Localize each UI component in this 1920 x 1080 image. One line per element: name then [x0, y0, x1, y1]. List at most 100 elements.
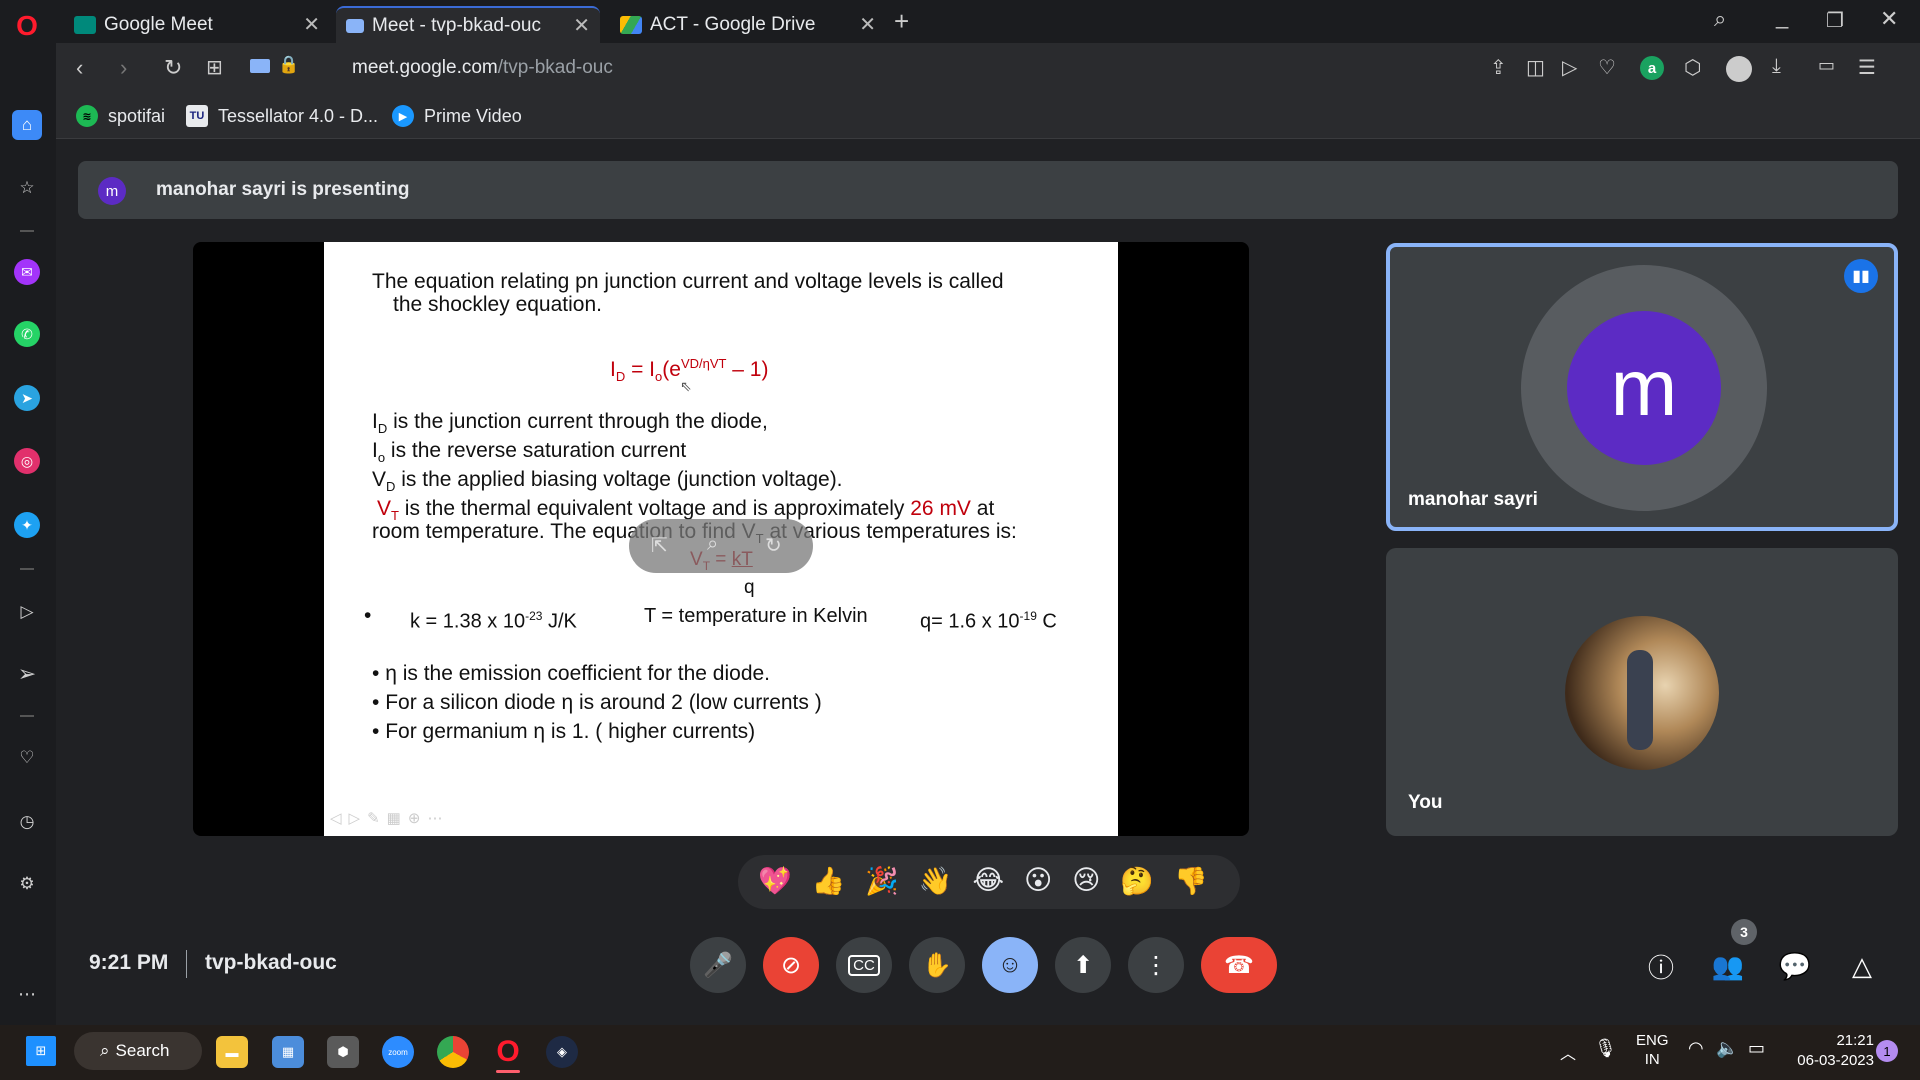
extensions-cube-icon[interactable]: ⬡ — [1684, 55, 1701, 80]
captions-button[interactable]: CC — [836, 937, 892, 993]
q-constant: q= 1.6 x 10-19 C — [920, 609, 1057, 633]
reaction-emoji-button[interactable]: 👋 — [919, 865, 953, 897]
zoom-slide-icon[interactable]: ⊕ — [408, 809, 421, 827]
search-tabs-icon[interactable]: ⌕ — [1714, 6, 1726, 32]
snapshot-icon[interactable]: ◫ — [1526, 55, 1545, 80]
bookmark-tessellator[interactable]: TU Tessellator 4.0 - D... — [186, 105, 378, 127]
telegram-icon[interactable]: ➤ — [14, 385, 40, 411]
notification-badge[interactable]: 1 — [1876, 1040, 1898, 1062]
presentation-toolbar-overlay[interactable]: ⇱ ⌕ ↻ — [629, 519, 813, 573]
bookmark-spotifai[interactable]: ≋ spotifai — [76, 105, 165, 127]
send-icon[interactable]: ▷ — [1562, 55, 1577, 80]
extension-a-icon[interactable]: a — [1640, 56, 1664, 80]
slide-nav-controls[interactable]: ◁ ▷ ✎ ▦ ⊕ ⋯ — [330, 809, 442, 827]
whatsapp-icon[interactable]: ✆ — [14, 321, 40, 347]
reaction-emoji-button[interactable]: 😮 — [1024, 865, 1052, 897]
leave-call-button[interactable]: ☎ — [1201, 937, 1277, 993]
twitter-icon[interactable]: ✦ — [14, 512, 40, 538]
settings-icon[interactable]: ⚙ — [11, 868, 43, 900]
def-id: ID is the junction current through the d… — [372, 410, 768, 437]
system-clock[interactable]: 21:21 06-03-2023 — [1784, 1031, 1874, 1071]
bookmark-prime-video[interactable]: ▶ Prime Video — [392, 105, 522, 127]
messenger-icon[interactable]: ✉ — [14, 259, 40, 285]
participant-tile-presenter[interactable]: m ▮▮ manohar sayri — [1386, 243, 1898, 531]
volume-icon[interactable]: 🔈 — [1716, 1038, 1738, 1059]
reaction-emoji-button[interactable]: 👎 — [1174, 865, 1208, 897]
zoom-icon[interactable]: ⌕ — [707, 533, 718, 556]
reaction-emoji-button[interactable]: 😢 — [1072, 865, 1100, 897]
camera-indicator-icon[interactable] — [250, 59, 270, 73]
mic-tray-icon[interactable]: 🎙 — [1594, 1038, 1617, 1059]
close-tab-icon[interactable]: ✕ — [859, 12, 876, 37]
download-icon[interactable]: ⤓ — [1772, 55, 1781, 78]
chrome-icon[interactable] — [437, 1036, 469, 1068]
store-icon[interactable]: ▦ — [272, 1036, 304, 1068]
reaction-emoji-button[interactable]: 🎉 — [865, 865, 899, 897]
reaction-emoji-button[interactable]: 🤔 — [1120, 865, 1154, 897]
app-logo-icon[interactable]: ◈ — [546, 1036, 578, 1068]
participant-tile-self[interactable]: You — [1386, 548, 1898, 836]
heart-icon[interactable]: ♡ — [11, 742, 43, 774]
close-window-button[interactable]: ✕ — [1880, 6, 1898, 32]
present-button[interactable]: ⬆ — [1055, 937, 1111, 993]
raise-hand-button[interactable]: ✋ — [909, 937, 965, 993]
star-icon[interactable]: ☆ — [11, 172, 43, 204]
easy-setup-icon[interactable]: ☰ — [1858, 55, 1876, 80]
battery-saver-icon[interactable]: ▭ — [1818, 55, 1835, 76]
share-icon[interactable]: ⇪ — [1490, 55, 1507, 80]
send-icon[interactable]: ➢ — [11, 658, 43, 690]
heart-icon[interactable]: ♡ — [1598, 55, 1616, 80]
more-slide-icon[interactable]: ⋯ — [427, 809, 442, 827]
restore-button[interactable]: ❐ — [1826, 8, 1844, 33]
prev-slide-icon[interactable]: ◁ — [330, 809, 342, 827]
more-icon[interactable]: ⋯ — [11, 978, 43, 1010]
forward-button[interactable]: › — [120, 55, 127, 81]
close-tab-icon[interactable]: ✕ — [303, 12, 320, 37]
tab-google-drive[interactable]: ACT - Google Drive ✕ — [610, 6, 886, 43]
reload-button[interactable]: ↻ — [164, 55, 182, 81]
tab-grid-icon[interactable]: ⊞ — [206, 55, 223, 80]
profile-avatar-icon[interactable] — [1726, 56, 1752, 82]
slides-icon[interactable]: ▦ — [387, 809, 401, 827]
language-indicator[interactable]: ENG IN — [1636, 1031, 1669, 1069]
minimize-button[interactable]: _ — [1776, 4, 1788, 30]
opera-taskbar-icon[interactable]: O — [492, 1035, 524, 1068]
reaction-emoji-button[interactable]: 👍 — [812, 865, 846, 897]
next-slide-icon[interactable]: ▷ — [349, 809, 361, 827]
tab-meet-active[interactable]: Meet - tvp-bkad-ouc ✕ — [336, 6, 600, 43]
show-hidden-icons[interactable]: ︿ — [1560, 1040, 1576, 1064]
battery-icon[interactable]: ▭ — [1748, 1038, 1765, 1059]
pen-icon[interactable]: ✎ — [367, 809, 380, 827]
pointer-icon[interactable]: ⇱ — [651, 533, 668, 558]
taskbar-search[interactable]: ⌕ Search — [74, 1032, 202, 1070]
reaction-emoji-button[interactable]: 💖 — [758, 865, 792, 897]
people-icon[interactable]: 👥 — [1708, 946, 1748, 986]
history-icon[interactable]: ◷ — [11, 806, 43, 838]
player-icon[interactable]: ▷ — [11, 596, 43, 628]
opera-logo-icon[interactable]: O — [11, 10, 43, 42]
url-field[interactable]: meet.google.com/tvp-bkad-ouc — [352, 57, 613, 79]
tab-google-meet[interactable]: Google Meet ✕ — [64, 6, 330, 43]
file-explorer-icon[interactable]: ▬ — [216, 1036, 248, 1068]
instagram-icon[interactable]: ◎ — [14, 448, 40, 474]
back-button[interactable]: ‹ — [76, 55, 83, 81]
zoom-app-icon[interactable]: zoom — [382, 1036, 414, 1068]
chat-icon[interactable]: 💬 — [1775, 946, 1815, 986]
close-tab-icon[interactable]: ✕ — [573, 13, 590, 38]
reactions-button[interactable]: ☺ — [982, 937, 1038, 993]
activities-icon[interactable]: △ — [1842, 946, 1882, 986]
lang-code: ENG — [1636, 1032, 1669, 1049]
microphone-button[interactable]: 🎤 — [690, 937, 746, 993]
meeting-info-icon[interactable]: ⓘ — [1641, 946, 1681, 986]
home-icon[interactable]: ⌂ — [12, 110, 42, 140]
lock-icon[interactable]: 🔒 — [278, 55, 299, 75]
refresh-icon[interactable]: ↻ — [765, 533, 782, 558]
app-hexagon-icon[interactable]: ⬢ — [327, 1036, 359, 1068]
new-tab-button[interactable]: + — [894, 6, 909, 37]
reaction-emoji-button[interactable]: 😂 — [973, 865, 1005, 897]
windows-start-icon[interactable]: ⊞ — [26, 1036, 56, 1066]
wifi-icon[interactable]: ◠ — [1688, 1038, 1704, 1059]
participant-name: You — [1408, 792, 1443, 813]
more-options-button[interactable]: ⋮ — [1128, 937, 1184, 993]
camera-off-button[interactable]: ⊘ — [763, 937, 819, 993]
